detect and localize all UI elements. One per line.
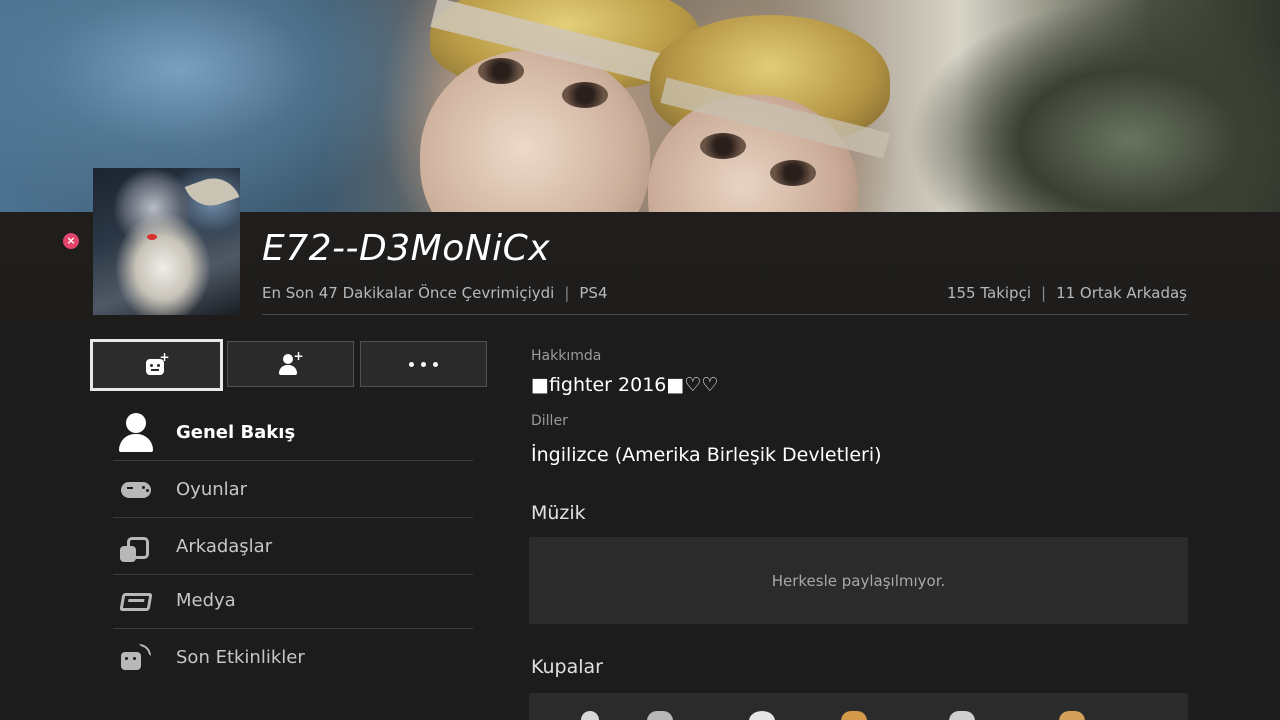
nav-item-games[interactable]: Oyunlar <box>113 462 473 518</box>
profile-stats: 155 Takipçi | 11 Ortak Arkadaş <box>947 284 1187 302</box>
username: E72--D3MoNiCx <box>262 228 551 269</box>
cover-detail <box>700 133 746 159</box>
cover-detail <box>478 58 524 84</box>
trophy-icon <box>841 711 867 720</box>
nav-item-overview[interactable]: Genel Bakış <box>113 405 473 461</box>
add-friend-button[interactable]: + <box>227 341 354 387</box>
nav-item-label: Medya <box>176 590 236 611</box>
divider <box>262 314 1188 315</box>
user-icon <box>119 413 153 452</box>
music-heading: Müzik <box>531 502 586 524</box>
nav-item-label: Oyunlar <box>176 479 248 500</box>
online-status: En Son 47 Dakikalar Önce Çevrimiçiydi | PS… <box>262 284 608 302</box>
more-options-icon <box>409 361 438 367</box>
close-icon[interactable]: × <box>63 233 79 249</box>
add-friend-icon: + <box>278 350 304 376</box>
platform-text: PS4 <box>579 284 608 302</box>
music-placeholder: Herkesle paylaşılmıyor. <box>771 571 946 590</box>
cover-detail <box>770 160 816 186</box>
about-heading: Hakkımda <box>531 348 602 364</box>
avatar-detail <box>184 170 240 214</box>
music-panel: Herkesle paylaşılmıyor. <box>529 537 1188 624</box>
languages-heading: Diller <box>531 413 568 429</box>
trophies-panel[interactable] <box>529 693 1188 720</box>
trophy-icon <box>749 711 775 720</box>
send-message-button[interactable]: + <box>90 339 223 391</box>
cover-detail <box>562 82 608 108</box>
trophies-heading: Kupalar <box>531 656 603 678</box>
followers-count[interactable]: 155 Takipçi <box>947 284 1031 302</box>
about-text: ■fighter 2016■♡♡ <box>531 374 719 396</box>
more-options-button[interactable] <box>360 341 487 387</box>
trophy-icon <box>647 711 673 720</box>
nav-item-label: Genel Bakış <box>176 422 296 443</box>
message-add-icon: + <box>144 351 170 377</box>
nav-item-label: Arkadaşlar <box>176 536 273 557</box>
mutual-friends-count[interactable]: 11 Ortak Arkadaş <box>1056 284 1187 302</box>
separator: | <box>564 284 570 302</box>
separator: | <box>1041 284 1047 302</box>
gamepad-icon <box>119 476 153 506</box>
media-icon <box>119 587 153 617</box>
languages-value: İngilizce (Amerika Birleşik Devletleri) <box>531 444 882 466</box>
last-online-text: En Son 47 Dakikalar Önce Çevrimiçiydi <box>262 284 555 302</box>
nav-item-label: Son Etkinlikler <box>176 647 305 668</box>
trophy-icon <box>949 711 975 720</box>
activity-icon <box>119 644 153 674</box>
avatar-detail <box>147 234 157 240</box>
friends-icon <box>119 533 153 563</box>
trophy-icon <box>1059 711 1085 720</box>
avatar <box>93 168 240 315</box>
nav-item-recent-activity[interactable]: Son Etkinlikler <box>113 630 473 686</box>
nav-item-media[interactable]: Medya <box>113 573 473 629</box>
nav-item-friends[interactable]: Arkadaşlar <box>113 519 473 575</box>
trophy-icon <box>581 711 599 720</box>
